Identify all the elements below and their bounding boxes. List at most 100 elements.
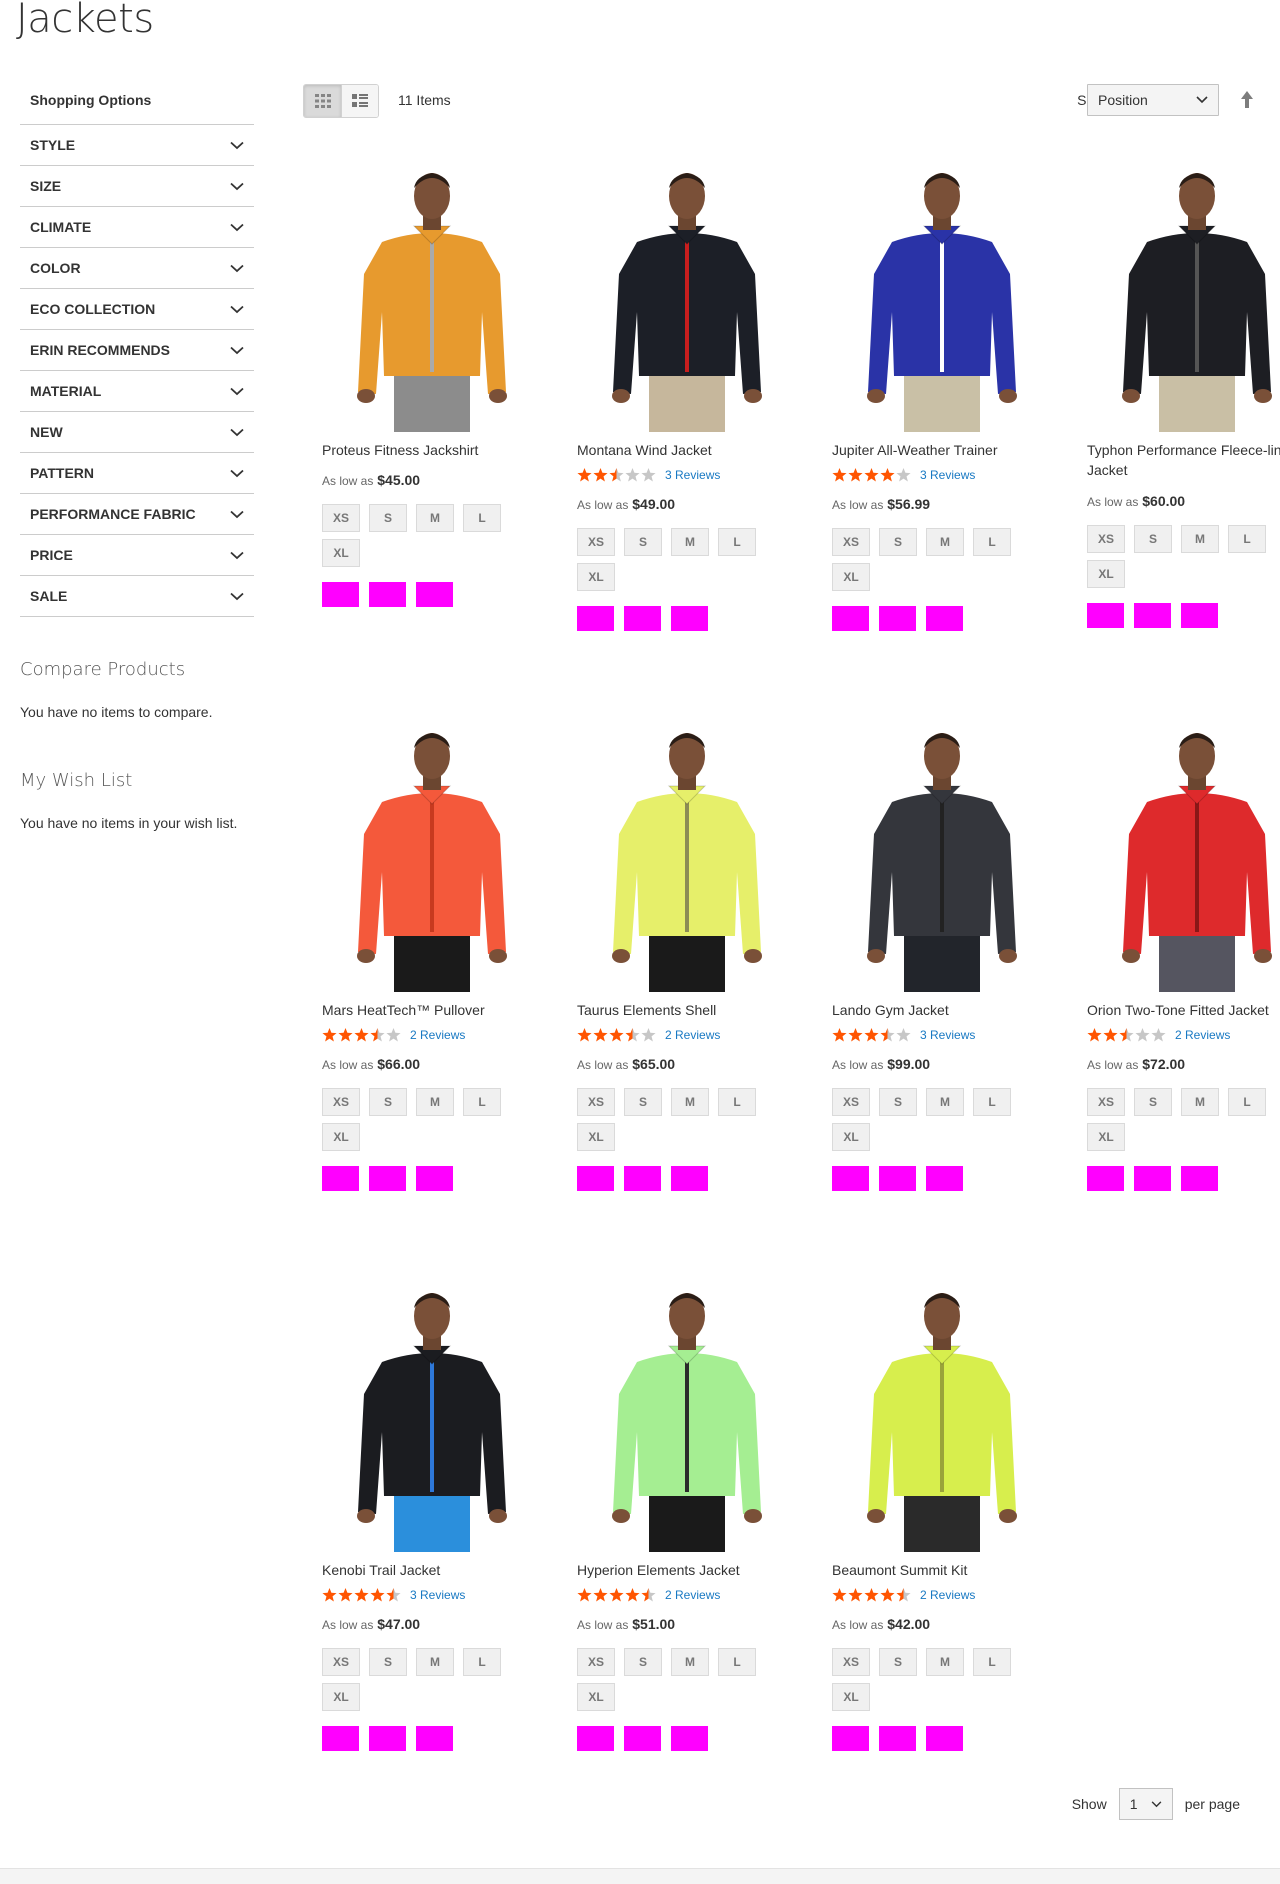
size-option-l[interactable]: L: [973, 528, 1011, 557]
filter-pattern[interactable]: Pattern: [20, 453, 254, 494]
color-swatch[interactable]: [624, 606, 661, 632]
product-image[interactable]: [832, 1282, 1052, 1552]
list-mode-button[interactable]: [341, 85, 378, 117]
product-image[interactable]: [577, 162, 797, 432]
size-option-l[interactable]: L: [718, 1088, 756, 1117]
reviews-link[interactable]: 2 Reviews: [920, 1588, 975, 1602]
product-name[interactable]: Orion Two-Tone Fitted Jacket: [1087, 1000, 1280, 1020]
size-option-s[interactable]: S: [624, 1648, 662, 1677]
size-option-xs[interactable]: XS: [577, 528, 615, 557]
color-swatch[interactable]: [577, 606, 614, 632]
color-swatch[interactable]: [1181, 1166, 1218, 1192]
color-swatch[interactable]: [1087, 602, 1124, 628]
product-name[interactable]: Proteus Fitness Jackshirt: [322, 440, 542, 460]
color-swatch[interactable]: [416, 582, 453, 608]
product-image[interactable]: [322, 722, 542, 992]
color-swatch[interactable]: [1134, 602, 1171, 628]
sort-direction-arrow-icon[interactable]: [1239, 90, 1255, 110]
reviews-link[interactable]: 2 Reviews: [410, 1028, 465, 1042]
size-option-m[interactable]: M: [671, 1648, 709, 1677]
size-option-xs[interactable]: XS: [832, 1648, 870, 1677]
product-name[interactable]: Beaumont Summit Kit: [832, 1560, 1052, 1580]
size-option-s[interactable]: S: [879, 1648, 917, 1677]
size-option-l[interactable]: L: [973, 1088, 1011, 1117]
filter-material[interactable]: Material: [20, 371, 254, 412]
size-option-m[interactable]: M: [416, 504, 454, 533]
color-swatch[interactable]: [577, 1166, 614, 1192]
size-option-xs[interactable]: XS: [322, 504, 360, 533]
color-swatch[interactable]: [1181, 602, 1218, 628]
size-option-xl[interactable]: XL: [1087, 559, 1125, 588]
size-option-s[interactable]: S: [879, 528, 917, 557]
grid-mode-button[interactable]: [304, 85, 341, 117]
color-swatch[interactable]: [369, 1166, 406, 1192]
filter-price[interactable]: Price: [20, 535, 254, 576]
filter-performance-fabric[interactable]: Performance Fabric: [20, 494, 254, 535]
size-option-xl[interactable]: XL: [322, 1123, 360, 1152]
product-name[interactable]: Lando Gym Jacket: [832, 1000, 1052, 1020]
size-option-xs[interactable]: XS: [832, 528, 870, 557]
size-option-m[interactable]: M: [671, 1088, 709, 1117]
size-option-xl[interactable]: XL: [577, 1683, 615, 1712]
size-option-xs[interactable]: XS: [577, 1648, 615, 1677]
color-swatch[interactable]: [879, 1166, 916, 1192]
size-option-l[interactable]: L: [973, 1648, 1011, 1677]
size-option-xl[interactable]: XL: [322, 539, 360, 568]
size-option-l[interactable]: L: [1228, 1088, 1266, 1117]
reviews-link[interactable]: 2 Reviews: [665, 1028, 720, 1042]
color-swatch[interactable]: [671, 1166, 708, 1192]
color-swatch[interactable]: [926, 606, 963, 632]
color-swatch[interactable]: [926, 1166, 963, 1192]
color-swatch[interactable]: [624, 1726, 661, 1752]
product-image[interactable]: [577, 722, 797, 992]
filter-sale[interactable]: Sale: [20, 576, 254, 617]
product-name[interactable]: Taurus Elements Shell: [577, 1000, 797, 1020]
size-option-xl[interactable]: XL: [577, 1123, 615, 1152]
size-option-m[interactable]: M: [416, 1648, 454, 1677]
size-option-s[interactable]: S: [1134, 1088, 1172, 1117]
color-swatch[interactable]: [416, 1166, 453, 1192]
product-name[interactable]: Kenobi Trail Jacket: [322, 1560, 542, 1580]
color-swatch[interactable]: [369, 582, 406, 608]
size-option-xl[interactable]: XL: [577, 563, 615, 592]
product-name[interactable]: Montana Wind Jacket: [577, 440, 797, 460]
size-option-xs[interactable]: XS: [322, 1648, 360, 1677]
color-swatch[interactable]: [832, 1166, 869, 1192]
color-swatch[interactable]: [1087, 1166, 1124, 1192]
color-swatch[interactable]: [577, 1726, 614, 1752]
size-option-m[interactable]: M: [1181, 1088, 1219, 1117]
product-image[interactable]: [832, 722, 1052, 992]
size-option-s[interactable]: S: [369, 504, 407, 533]
size-option-xl[interactable]: XL: [832, 1123, 870, 1152]
color-swatch[interactable]: [369, 1726, 406, 1752]
size-option-xl[interactable]: XL: [832, 563, 870, 592]
size-option-m[interactable]: M: [926, 1648, 964, 1677]
filter-climate[interactable]: Climate: [20, 207, 254, 248]
size-option-l[interactable]: L: [463, 1088, 501, 1117]
product-name[interactable]: Typhon Performance Fleece-lined Jacket: [1087, 440, 1280, 481]
reviews-link[interactable]: 3 Reviews: [920, 468, 975, 482]
color-swatch[interactable]: [624, 1166, 661, 1192]
limiter-select[interactable]: 1: [1118, 1788, 1173, 1820]
color-swatch[interactable]: [322, 1166, 359, 1192]
reviews-link[interactable]: 3 Reviews: [920, 1028, 975, 1042]
size-option-xs[interactable]: XS: [832, 1088, 870, 1117]
size-option-xs[interactable]: XS: [322, 1088, 360, 1117]
filter-style[interactable]: Style: [20, 125, 254, 166]
product-image[interactable]: [322, 162, 542, 432]
product-name[interactable]: Jupiter All-Weather Trainer: [832, 440, 1052, 460]
size-option-s[interactable]: S: [369, 1088, 407, 1117]
color-swatch[interactable]: [832, 606, 869, 632]
size-option-s[interactable]: S: [1134, 524, 1172, 553]
color-swatch[interactable]: [322, 582, 359, 608]
size-option-m[interactable]: M: [926, 1088, 964, 1117]
reviews-link[interactable]: 2 Reviews: [1175, 1028, 1230, 1042]
product-name[interactable]: Hyperion Elements Jacket: [577, 1560, 797, 1580]
size-option-xl[interactable]: XL: [832, 1683, 870, 1712]
size-option-s[interactable]: S: [879, 1088, 917, 1117]
size-option-l[interactable]: L: [463, 504, 501, 533]
size-option-xl[interactable]: XL: [322, 1683, 360, 1712]
color-swatch[interactable]: [832, 1726, 869, 1752]
filter-size[interactable]: Size: [20, 166, 254, 207]
size-option-xs[interactable]: XS: [1087, 524, 1125, 553]
